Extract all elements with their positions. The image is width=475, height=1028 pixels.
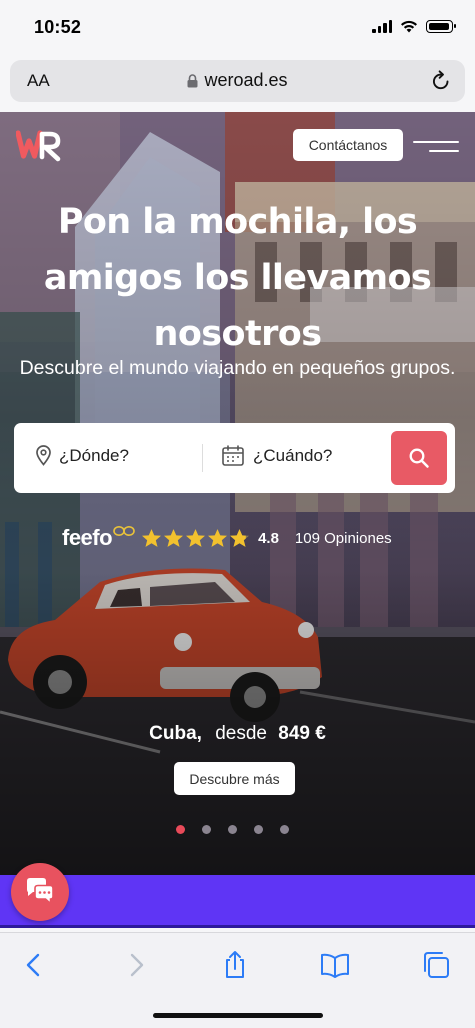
address-bar[interactable]: AA weroad.es — [10, 60, 465, 102]
search-box: ¿Dónde? ¿Cuándo? — [14, 423, 455, 493]
search-button[interactable] — [391, 431, 447, 485]
tabs-icon[interactable] — [421, 950, 451, 980]
carousel-dot[interactable] — [228, 825, 237, 834]
featured-destination: Cuba, desde 849 € — [0, 723, 475, 745]
back-icon[interactable] — [19, 950, 49, 980]
star-icon — [164, 529, 184, 547]
status-icons — [372, 20, 456, 33]
home-indicator — [153, 1013, 323, 1018]
share-icon[interactable] — [220, 950, 250, 980]
carousel-dots — [176, 825, 289, 834]
weroad-logo[interactable] — [16, 129, 64, 163]
url-domain: weroad.es — [204, 70, 288, 90]
date-field[interactable]: ¿Cuándo? — [222, 445, 332, 466]
carousel-dot[interactable] — [280, 825, 289, 834]
destination-field[interactable]: ¿Dónde? — [36, 445, 129, 466]
chat-button[interactable] — [11, 863, 69, 921]
feefo-rating[interactable]: feefo 4.8 109 Opiniones — [62, 525, 392, 551]
location-pin-icon — [36, 445, 51, 466]
status-bar: 10:52 — [0, 0, 475, 58]
hero-section: Contáctanos Pon la mochila, los amigos l… — [0, 112, 475, 875]
rating-score: 4.8 — [258, 529, 279, 547]
destination-price: 849 € — [278, 723, 326, 744]
calendar-icon — [222, 445, 244, 466]
destination-city: Cuba, — [149, 723, 202, 744]
hamburger-menu-icon[interactable] — [413, 136, 459, 156]
star-icon — [186, 529, 206, 547]
star-icon — [142, 529, 162, 547]
bookmarks-icon[interactable] — [320, 950, 350, 980]
contact-button[interactable]: Contáctanos — [293, 129, 403, 161]
star-rating — [141, 528, 250, 548]
search-divider — [202, 444, 203, 472]
battery-icon — [426, 20, 456, 33]
carousel-dot[interactable] — [176, 825, 185, 834]
hero-subtitle: Descubre el mundo viajando en pequeños g… — [19, 357, 456, 379]
discover-more-button[interactable]: Descubre más — [174, 762, 295, 795]
lock-icon — [187, 73, 198, 87]
price-prefix: desde — [215, 723, 267, 744]
reload-icon[interactable] — [431, 70, 451, 92]
date-label: ¿Cuándo? — [253, 445, 333, 465]
star-icon — [230, 529, 250, 547]
chat-bubbles-icon — [27, 878, 54, 906]
destination-label: ¿Dónde? — [59, 445, 129, 465]
cellular-signal-icon — [372, 20, 392, 33]
feefo-eyes-icon — [113, 526, 135, 536]
status-time: 10:52 — [34, 17, 82, 37]
carousel-dot[interactable] — [202, 825, 211, 834]
feefo-logo: feefo — [62, 525, 113, 550]
browser-toolbar — [0, 932, 475, 1028]
star-icon — [208, 529, 228, 547]
hero-title: Pon la mochila, los amigos los llevamos … — [43, 202, 432, 354]
promo-band — [0, 875, 475, 928]
forward-icon[interactable] — [121, 950, 151, 980]
carousel-dot[interactable] — [254, 825, 263, 834]
page: 10:52 AA weroad.es Contáctanos Pon la mo… — [0, 0, 475, 1028]
wifi-icon — [401, 20, 417, 33]
search-icon — [409, 448, 429, 468]
url-display[interactable]: weroad.es — [10, 70, 465, 91]
review-count: 109 Opiniones — [294, 529, 392, 547]
